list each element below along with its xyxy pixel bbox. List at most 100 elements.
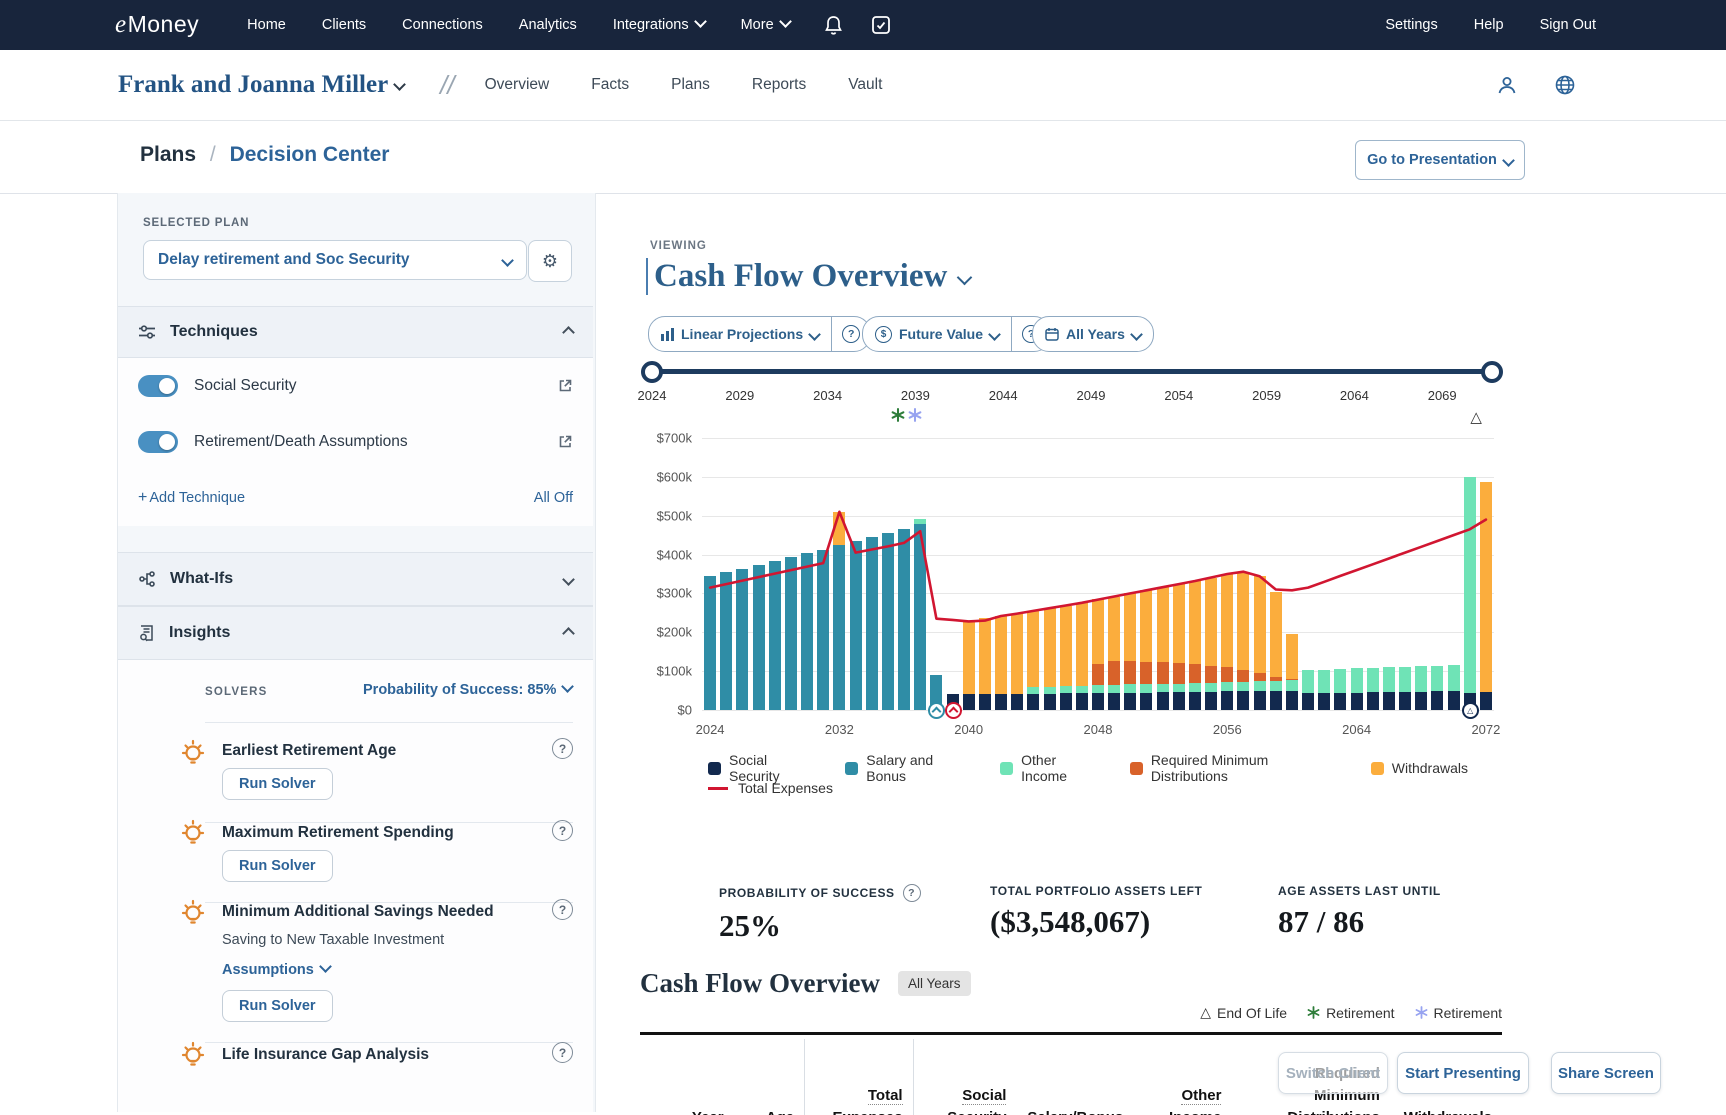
switch-client-button[interactable]: Switch Client [1278, 1052, 1388, 1094]
solver-title: Earliest Retirement Age [222, 742, 396, 760]
nav-item-sign-out[interactable]: Sign Out [1540, 17, 1596, 33]
y-axis-label: $300k [657, 586, 692, 601]
solver-title: Minimum Additional Savings Needed [222, 903, 494, 921]
globe-icon[interactable] [1554, 74, 1576, 96]
legend-label: Required Minimum Distributions [1151, 752, 1345, 784]
slider-track[interactable] [648, 369, 1496, 374]
view-title-dropdown[interactable]: Cash Flow Overview [646, 258, 970, 295]
slider-handle-left[interactable] [641, 361, 663, 383]
all-off-button[interactable]: All Off [534, 490, 573, 506]
insights-section-header[interactable]: Insights [118, 606, 593, 660]
retirement-death-toggle[interactable] [138, 431, 178, 453]
legend-swatch [1130, 762, 1143, 775]
help-icon[interactable]: ? [552, 1042, 573, 1063]
x-axis-label: 2040 [954, 722, 983, 737]
table-header-other-income: OtherIncome [1133, 1085, 1231, 1115]
share-screen-button[interactable]: Share Screen [1551, 1052, 1661, 1094]
chevron-down-icon [1502, 154, 1515, 167]
years-range-chip[interactable]: All Years [1032, 316, 1154, 352]
chevron-down-icon [562, 573, 575, 586]
plan-settings-gear-icon[interactable]: ⚙ [528, 240, 572, 282]
table-header-social-security: SocialSecurity [914, 1085, 1017, 1115]
all-years-badge[interactable]: All Years [898, 971, 971, 996]
y-axis-label: $700k [657, 431, 692, 446]
start-presenting-button[interactable]: Start Presenting [1397, 1052, 1529, 1094]
stat-value: 87 / 86 [1278, 904, 1441, 940]
techniques-section-header[interactable]: Techniques [118, 306, 593, 358]
lightbulb-icon [178, 818, 208, 850]
legend-label: Other Income [1021, 752, 1104, 784]
x-axis-label: 2056 [1213, 722, 1242, 737]
nav-item-connections[interactable]: Connections [402, 17, 483, 33]
run-solver-button[interactable]: Run Solver [222, 990, 333, 1022]
nav-item-more[interactable]: More [741, 17, 790, 33]
chevron-down-icon [694, 15, 707, 28]
client-name-dropdown[interactable]: Frank and Joanna Miller [118, 71, 404, 99]
user-profile-icon[interactable] [1496, 74, 1518, 96]
help-icon[interactable]: ? [552, 820, 573, 841]
probability-of-success-dropdown[interactable]: Probability of Success: 85% [363, 682, 572, 698]
social-security-toggle[interactable] [138, 375, 178, 397]
legend-item: Salary and Bonus [845, 752, 974, 784]
selected-plan-dropdown[interactable]: Delay retirement and Soc Security [143, 240, 527, 280]
chevron-up-icon [562, 627, 575, 640]
nav-item-clients[interactable]: Clients [322, 17, 366, 33]
run-solver-button[interactable]: Run Solver [222, 850, 333, 882]
chevron-down-icon [779, 15, 792, 28]
external-link-icon[interactable] [557, 434, 573, 450]
chevron-up-icon [562, 326, 575, 339]
value-mode-chip[interactable]: $ Future Value ? [862, 316, 1051, 352]
stat-probability: PROBABILITY OF SUCCESS? 25% [719, 884, 921, 944]
technique-row-social-security: Social Security [118, 358, 593, 414]
sliders-icon [138, 324, 156, 340]
help-icon[interactable]: ? [552, 738, 573, 759]
tab-facts[interactable]: Facts [591, 76, 629, 94]
help-icon[interactable]: ? [552, 899, 573, 920]
add-technique-button[interactable]: +Add Technique [138, 489, 245, 507]
tab-overview[interactable]: Overview [485, 76, 550, 94]
nav-item-help[interactable]: Help [1474, 17, 1504, 33]
notifications-bell-icon[interactable] [824, 15, 843, 36]
emoney-logo[interactable]: eMoney [115, 11, 199, 39]
nav-item-analytics[interactable]: Analytics [519, 17, 577, 33]
projection-mode-chip[interactable]: Linear Projections ? [648, 316, 871, 352]
solver-title: Maximum Retirement Spending [222, 824, 454, 842]
run-solver-button[interactable]: Run Solver [222, 768, 333, 800]
tab-vault[interactable]: Vault [848, 76, 882, 94]
chevron-down-icon [393, 78, 406, 91]
legend-label: Salary and Bonus [866, 752, 974, 784]
selected-plan-label: SELECTED PLAN [143, 217, 249, 229]
triangle-icon: △ [1200, 1004, 1211, 1021]
tab-reports[interactable]: Reports [752, 76, 806, 94]
nav-item-settings[interactable]: Settings [1385, 17, 1437, 33]
dollar-circle-icon: $ [875, 326, 892, 343]
help-icon[interactable]: ? [903, 884, 921, 902]
tasks-check-square-icon[interactable] [871, 15, 891, 35]
slider-year-label: 2034 [813, 388, 842, 403]
x-axis-label: 2072 [1471, 722, 1500, 737]
nav-item-integrations[interactable]: Integrations [613, 17, 705, 33]
stat-value: 25% [719, 908, 921, 944]
nav-item-home[interactable]: Home [247, 17, 286, 33]
x-axis-label: 2024 [696, 722, 725, 737]
solver-title: Life Insurance Gap Analysis [222, 1046, 429, 1064]
stat-portfolio-assets: TOTAL PORTFOLIO ASSETS LEFT ($3,548,067) [990, 884, 1202, 940]
external-link-icon[interactable] [557, 378, 573, 394]
lightbulb-icon [178, 898, 208, 930]
table-legend: △End Of Life Retirement Retirement [1200, 1004, 1502, 1021]
viewing-label: VIEWING [650, 240, 707, 252]
what-ifs-section-header[interactable]: What-Ifs [118, 552, 593, 606]
chart-event-marker [928, 702, 945, 719]
go-to-presentation-button[interactable]: Go to Presentation [1355, 140, 1525, 180]
assumptions-dropdown[interactable]: Assumptions [222, 962, 330, 978]
page-title: Decision Center [230, 143, 390, 166]
year-range-slider[interactable]: 2024202920342039204420492054205920642069… [644, 360, 1500, 430]
tab-plans[interactable]: Plans [671, 76, 710, 94]
document-search-icon [138, 624, 155, 642]
bar-chart-icon [661, 328, 674, 341]
breadcrumb-plans[interactable]: Plans [140, 143, 196, 166]
stat-age-assets: AGE ASSETS LAST UNTIL 87 / 86 [1278, 884, 1441, 940]
slider-handle-right[interactable] [1481, 361, 1503, 383]
cash-flow-chart: $0$100k$200k$300k$400k$500k$600k$700k △ … [702, 438, 1494, 710]
slider-year-label: 2039 [901, 388, 930, 403]
